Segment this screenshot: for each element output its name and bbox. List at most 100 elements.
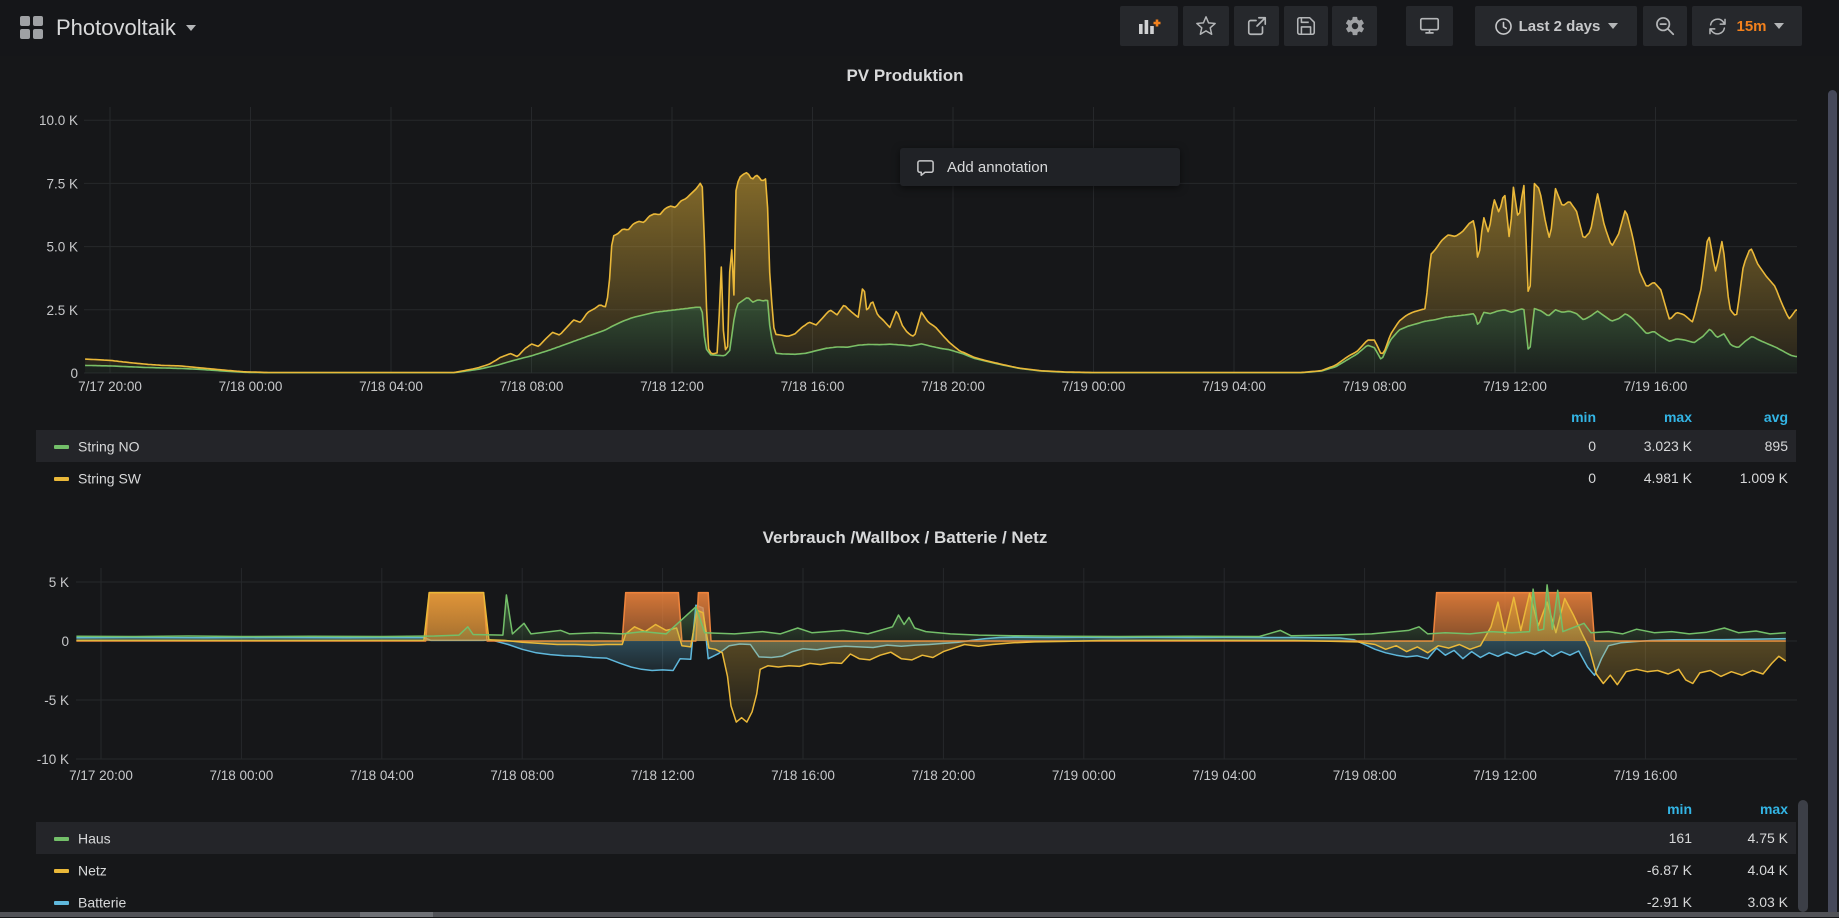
series-label[interactable]: String SW	[78, 471, 141, 487]
pv-produktion-chart[interactable]: 10.0 K 7.5 K 5.0 K 2.5 K 07/17 20:00 7/18 00:…	[0, 95, 1820, 407]
series-label[interactable]: Batterie	[78, 895, 126, 911]
x-axis-tick-label: 7/18 16:00	[771, 768, 835, 783]
zoom-out-button[interactable]	[1643, 6, 1687, 46]
x-axis-tick-label: 7/19 08:00	[1333, 768, 1397, 783]
verbrauch-legend: minmax Haus 1614.75 K Netz -6.87 K4.04 K Batt…	[36, 796, 1796, 918]
dashboard-title-dropdown[interactable]: Photovoltaik	[56, 0, 196, 56]
series-label[interactable]: Haus	[78, 831, 111, 847]
x-axis-tick-label: 7/18 20:00	[911, 768, 975, 783]
legend-row-string-sw[interactable]: String SW04.981 K1.009 K	[36, 462, 1796, 494]
legend-row-netz[interactable]: Netz -6.87 K4.04 K	[36, 854, 1796, 886]
settings-button[interactable]	[1332, 6, 1377, 46]
x-axis-tick-label: 7/18 12:00	[640, 379, 704, 394]
legend-row-haus[interactable]: Haus 1614.75 K	[36, 822, 1796, 854]
series-label[interactable]: Netz	[78, 863, 107, 879]
panel-title-verbrauch[interactable]: Verbrauch /Wallbox / Batterie / Netz	[0, 528, 1810, 548]
add-annotation-popup[interactable]: Add annotation	[900, 148, 1180, 186]
legend-value-min: 161	[1608, 830, 1700, 846]
horizontal-scrollbar-thumb[interactable]	[360, 912, 433, 917]
legend-value-avg: 895	[1700, 438, 1796, 454]
legend-sort-avg[interactable]: avg	[1700, 409, 1796, 425]
legend-value-min: 0	[1512, 470, 1604, 486]
x-axis-tick-label: 7/19 16:00	[1624, 379, 1688, 394]
legend-value-max: 4.04 K	[1700, 862, 1796, 878]
x-axis-tick-label: 7/19 04:00	[1192, 768, 1256, 783]
legend-sort-min[interactable]: min	[1608, 801, 1700, 817]
refresh-interval-label: 15m	[1736, 18, 1766, 35]
y-axis-tick-label: 10.0 K	[39, 113, 78, 128]
add-panel-button[interactable]	[1120, 6, 1178, 46]
y-axis-tick-label: 2.5 K	[46, 303, 78, 318]
x-axis-tick-label: 7/19 16:00	[1613, 768, 1677, 783]
series-label[interactable]: String NO	[78, 439, 139, 455]
legend-value-min: -2.91 K	[1608, 894, 1700, 910]
panel-title-pv-produktion[interactable]: PV Produktion	[0, 66, 1810, 86]
save-icon	[1295, 15, 1317, 37]
x-axis-tick-label: 7/19 12:00	[1483, 379, 1547, 394]
legend-sort-min[interactable]: min	[1512, 409, 1604, 425]
legend-value-min: 0	[1512, 438, 1604, 454]
x-axis-tick-label: 7/19 00:00	[1062, 379, 1126, 394]
chevron-down-icon	[1608, 23, 1618, 29]
clock-icon	[1494, 17, 1513, 36]
gear-icon	[1344, 15, 1366, 37]
horizontal-scrollbar[interactable]	[0, 912, 1839, 917]
legend-value-min: -6.87 K	[1608, 862, 1700, 878]
star-button[interactable]	[1183, 6, 1229, 46]
pv-produktion-legend: minmaxavgString NO03.023 K895String SW04…	[36, 404, 1796, 494]
page-scrollbar-thumb[interactable]	[1828, 90, 1837, 917]
x-axis-tick-label: 7/19 04:00	[1202, 379, 1266, 394]
monitor-icon	[1418, 15, 1441, 37]
refresh-picker[interactable]: 15m	[1692, 6, 1802, 46]
x-axis-tick-label: 7/18 08:00	[500, 379, 564, 394]
dashboard-grid-icon[interactable]	[20, 16, 44, 40]
legend-value-max: 3.023 K	[1604, 438, 1700, 454]
x-axis-tick-label: 7/18 08:00	[490, 768, 554, 783]
cycle-view-button[interactable]	[1406, 6, 1453, 46]
x-axis-tick-label: 7/18 00:00	[219, 379, 283, 394]
chevron-down-icon	[1774, 23, 1784, 29]
time-range-label: Last 2 days	[1519, 18, 1601, 35]
series-color-swatch[interactable]	[54, 477, 69, 481]
legend-scrollbar-thumb[interactable]	[1798, 800, 1808, 912]
verbrauch-chart[interactable]: 5 K0-5 K-10 K7/17 20:007/18 00:007/18 04…	[0, 556, 1820, 792]
x-axis-tick-label: 7/18 04:00	[359, 379, 423, 394]
share-button[interactable]	[1234, 6, 1279, 46]
save-button[interactable]	[1284, 6, 1328, 46]
y-axis-tick-label: 0	[70, 366, 78, 381]
y-axis-tick-label: -10 K	[37, 752, 69, 767]
zoom-out-icon	[1654, 15, 1676, 37]
y-axis-tick-label: 7.5 K	[46, 176, 78, 191]
series-color-swatch[interactable]	[54, 445, 69, 449]
refresh-icon	[1708, 17, 1727, 36]
series-color-swatch[interactable]	[54, 869, 69, 873]
y-axis-tick-label: 5 K	[49, 575, 69, 590]
y-axis-tick-label: -5 K	[44, 693, 69, 708]
x-axis-tick-label: 7/19 00:00	[1052, 768, 1116, 783]
add-annotation-label: Add annotation	[947, 159, 1048, 176]
legend-row-string-no[interactable]: String NO 03.023 K895	[36, 430, 1796, 462]
legend-value-max: 4.75 K	[1700, 830, 1796, 846]
add-panel-icon	[1136, 15, 1162, 37]
chevron-down-icon	[186, 25, 196, 31]
legend-header-row: minmaxavg	[36, 404, 1796, 430]
x-axis-tick-label: 7/17 20:00	[78, 379, 142, 394]
star-icon	[1195, 15, 1217, 37]
topbar: Photovoltaik	[0, 0, 1839, 56]
x-axis-tick-label: 7/18 16:00	[781, 379, 845, 394]
series-color-swatch[interactable]	[54, 837, 69, 841]
legend-value-max: 3.03 K	[1700, 894, 1796, 910]
legend-sort-max[interactable]: max	[1700, 801, 1796, 817]
series-color-swatch[interactable]	[54, 901, 69, 905]
x-axis-tick-label: 7/19 08:00	[1343, 379, 1407, 394]
legend-header-row: minmax	[36, 796, 1796, 822]
comment-bubble-icon	[916, 158, 935, 177]
y-axis-tick-label: 0	[61, 634, 69, 649]
time-range-picker[interactable]: Last 2 days	[1475, 6, 1637, 46]
x-axis-tick-label: 7/18 04:00	[350, 768, 414, 783]
legend-sort-max[interactable]: max	[1604, 409, 1700, 425]
y-axis-tick-label: 5.0 K	[46, 240, 78, 255]
x-axis-tick-label: 7/18 00:00	[209, 768, 273, 783]
x-axis-tick-label: 7/18 20:00	[921, 379, 985, 394]
share-icon	[1246, 15, 1268, 37]
